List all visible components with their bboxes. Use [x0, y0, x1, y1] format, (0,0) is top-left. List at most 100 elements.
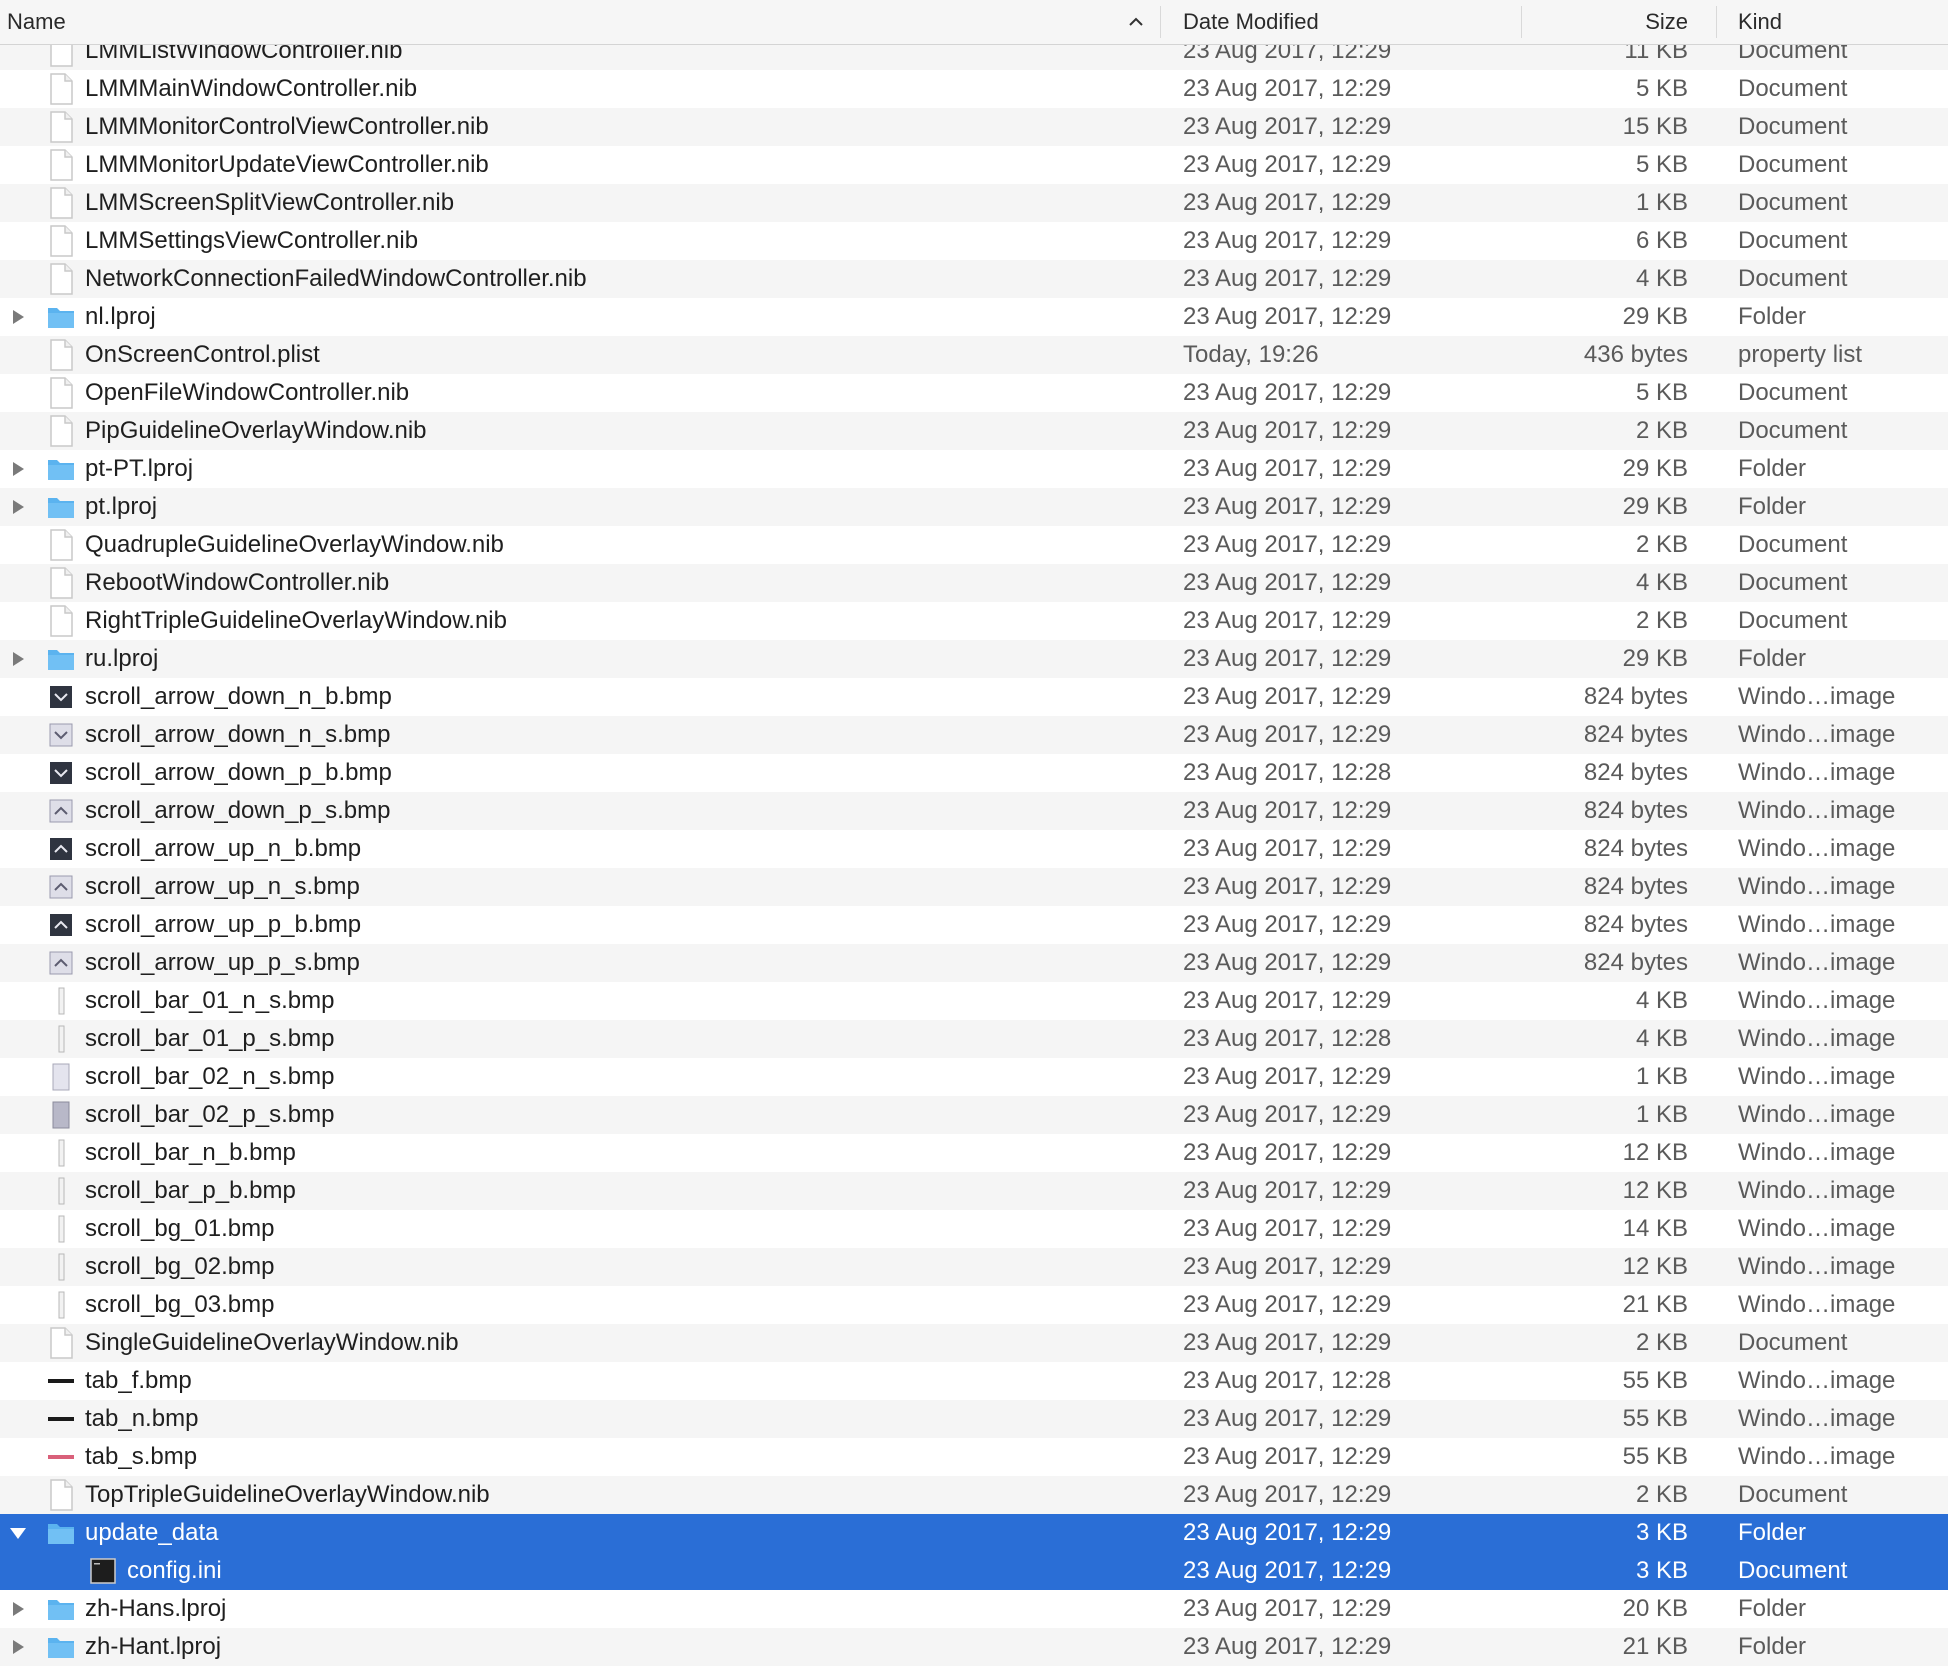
- file-kind: Document: [1738, 1557, 1848, 1584]
- file-row[interactable]: scroll_arrow_up_p_s.bmp 23 Aug 2017, 12:2…: [0, 944, 1948, 982]
- file-size: 4 KB: [1635, 1025, 1688, 1052]
- column-header-name[interactable]: Name: [7, 0, 66, 44]
- file-row[interactable]: scroll_bar_p_b.bmp 23 Aug 2017, 12:29 12 K…: [0, 1172, 1948, 1210]
- file-name: TopTripleGuidelineOverlayWindow.nib: [85, 1481, 490, 1508]
- column-header-size[interactable]: Size: [1480, 0, 1688, 44]
- file-kind: Document: [1738, 113, 1848, 140]
- file-row[interactable]: QuadrupleGuidelineOverlayWindow.nib 23 Au…: [0, 526, 1948, 564]
- folder-row[interactable]: nl.lproj 23 Aug 2017, 12:29 29 KB Folder: [0, 298, 1948, 336]
- file-size: 1 KB: [1635, 189, 1688, 216]
- column-divider[interactable]: [1716, 6, 1717, 38]
- file-row[interactable]: config.ini 23 Aug 2017, 12:29 3 KB Document: [0, 1552, 1948, 1590]
- file-row[interactable]: scroll_bar_01_n_s.bmp 23 Aug 2017, 12:29 4…: [0, 982, 1948, 1020]
- file-name: scroll_bar_n_b.bmp: [85, 1139, 296, 1166]
- file-row[interactable]: scroll_bg_03.bmp 23 Aug 2017, 12:29 21 KB W…: [0, 1286, 1948, 1324]
- folder-row[interactable]: zh-Hant.lproj 23 Aug 2017, 12:29 21 KB Fold…: [0, 1628, 1948, 1666]
- date-modified: 23 Aug 2017, 12:29: [1183, 797, 1392, 824]
- disclosure-collapsed-icon[interactable]: [8, 1637, 28, 1657]
- thin-bar-icon: [46, 1213, 76, 1245]
- file-kind: Windo…image: [1738, 1291, 1896, 1318]
- file-row[interactable]: scroll_arrow_up_n_b.bmp 23 Aug 2017, 12:2…: [0, 830, 1948, 868]
- file-row[interactable]: OpenFileWindowController.nib 23 Aug 2017,…: [0, 374, 1948, 412]
- file-row[interactable]: scroll_arrow_down_p_b.bmp 23 Aug 2017, 12…: [0, 754, 1948, 792]
- date-modified: 23 Aug 2017, 12:29: [1183, 189, 1392, 216]
- column-divider[interactable]: [1160, 6, 1161, 38]
- file-row[interactable]: scroll_bar_02_p_s.bmp 23 Aug 2017, 12:29 1…: [0, 1096, 1948, 1134]
- wide-bar-dark-icon: [46, 1099, 76, 1131]
- file-row[interactable]: scroll_bg_02.bmp 23 Aug 2017, 12:29 12 KB W…: [0, 1248, 1948, 1286]
- file-row[interactable]: scroll_arrow_down_n_s.bmp 23 Aug 2017, 12…: [0, 716, 1948, 754]
- file-row[interactable]: tab_n.bmp 23 Aug 2017, 12:29 55 KB Windo…im…: [0, 1400, 1948, 1438]
- file-row[interactable]: RightTripleGuidelineOverlayWindow.nib 23 …: [0, 602, 1948, 640]
- file-row[interactable]: TopTripleGuidelineOverlayWindow.nib 23 Au…: [0, 1476, 1948, 1514]
- folder-row[interactable]: zh-Hans.lproj 23 Aug 2017, 12:29 20 KB Fold…: [0, 1590, 1948, 1628]
- folder-row[interactable]: pt-PT.lproj 23 Aug 2017, 12:29 29 KB Folder: [0, 450, 1948, 488]
- file-size: 29 KB: [1622, 303, 1688, 330]
- file-row[interactable]: tab_s.bmp 23 Aug 2017, 12:29 55 KB Windo…im…: [0, 1438, 1948, 1476]
- date-modified: 23 Aug 2017, 12:29: [1183, 151, 1392, 178]
- column-header-kind[interactable]: Kind: [1738, 0, 1782, 44]
- file-row[interactable]: PipGuidelineOverlayWindow.nib 23 Aug 2017…: [0, 412, 1948, 450]
- file-row[interactable]: LMMMonitorControlViewController.nib 23 Au…: [0, 108, 1948, 146]
- date-modified: 23 Aug 2017, 12:29: [1183, 1633, 1392, 1660]
- date-modified: 23 Aug 2017, 12:29: [1183, 1443, 1392, 1470]
- file-name: pt.lproj: [85, 493, 158, 520]
- file-row[interactable]: RebootWindowController.nib 23 Aug 2017, 1…: [0, 564, 1948, 602]
- chevron-up-icon[interactable]: [1126, 12, 1146, 32]
- date-modified: 23 Aug 2017, 12:28: [1183, 1025, 1392, 1052]
- file-row[interactable]: OnScreenControl.plist Today, 19:26 436 byt…: [0, 336, 1948, 374]
- file-kind: Windo…image: [1738, 1405, 1896, 1432]
- file-row[interactable]: scroll_arrow_up_p_b.bmp 23 Aug 2017, 12:2…: [0, 906, 1948, 944]
- file-name: LMMMainWindowController.nib: [85, 75, 418, 102]
- file-row[interactable]: tab_f.bmp 23 Aug 2017, 12:28 55 KB Windo…im…: [0, 1362, 1948, 1400]
- arrow-up-light-icon: [46, 795, 76, 827]
- column-header-date[interactable]: Date Modified: [1183, 0, 1319, 44]
- folder-row[interactable]: pt.lproj 23 Aug 2017, 12:29 29 KB Folder: [0, 488, 1948, 526]
- folder-row[interactable]: ru.lproj 23 Aug 2017, 12:29 29 KB Folder: [0, 640, 1948, 678]
- file-row[interactable]: scroll_arrow_down_n_b.bmp 23 Aug 2017, 12…: [0, 678, 1948, 716]
- date-modified: 23 Aug 2017, 12:29: [1183, 1253, 1392, 1280]
- file-name: LMMSettingsViewController.nib: [85, 227, 419, 254]
- wide-bar-light-icon: [46, 1061, 76, 1093]
- arrow-down-dark-icon: [46, 757, 76, 789]
- date-modified: 23 Aug 2017, 12:29: [1183, 873, 1392, 900]
- document-icon: [46, 529, 76, 561]
- file-size: 14 KB: [1622, 1215, 1688, 1242]
- file-row[interactable]: SingleGuidelineOverlayWindow.nib 23 Aug 2…: [0, 1324, 1948, 1362]
- folder-row[interactable]: update_data 23 Aug 2017, 12:29 3 KB Folder: [0, 1514, 1948, 1552]
- file-row[interactable]: scroll_bar_01_p_s.bmp 23 Aug 2017, 12:28 4…: [0, 1020, 1948, 1058]
- date-modified: 23 Aug 2017, 12:29: [1183, 227, 1392, 254]
- file-kind: Folder: [1738, 1633, 1807, 1660]
- date-modified: 23 Aug 2017, 12:29: [1183, 75, 1392, 102]
- file-kind: Windo…image: [1738, 797, 1896, 824]
- file-row[interactable]: scroll_bar_n_b.bmp 23 Aug 2017, 12:29 12 K…: [0, 1134, 1948, 1172]
- file-row[interactable]: LMMMonitorUpdateViewController.nib 23 Aug…: [0, 146, 1948, 184]
- finder-list-view: LMMListWindowController.nib 23 Aug 2017, …: [0, 0, 1948, 1669]
- file-kind: Folder: [1738, 1519, 1807, 1546]
- date-modified: 23 Aug 2017, 12:29: [1183, 1557, 1392, 1584]
- file-name: zh-Hans.lproj: [85, 1595, 227, 1622]
- file-row[interactable]: LMMScreenSplitViewController.nib 23 Aug 2…: [0, 184, 1948, 222]
- file-row[interactable]: NetworkConnectionFailedWindowController.…: [0, 260, 1948, 298]
- disclosure-expanded-icon[interactable]: [8, 1523, 28, 1543]
- disclosure-collapsed-icon[interactable]: [8, 497, 28, 517]
- file-name: scroll_bg_01.bmp: [85, 1215, 275, 1242]
- file-row[interactable]: LMMSettingsViewController.nib 23 Aug 2017…: [0, 222, 1948, 260]
- disclosure-collapsed-icon[interactable]: [8, 307, 28, 327]
- file-name: tab_n.bmp: [85, 1405, 199, 1432]
- file-row[interactable]: scroll_bar_02_n_s.bmp 23 Aug 2017, 12:29 1…: [0, 1058, 1948, 1096]
- disclosure-collapsed-icon[interactable]: [8, 649, 28, 669]
- file-kind: Folder: [1738, 1595, 1807, 1622]
- file-row[interactable]: scroll_arrow_up_n_s.bmp 23 Aug 2017, 12:2…: [0, 868, 1948, 906]
- file-name: SingleGuidelineOverlayWindow.nib: [85, 1329, 459, 1356]
- disclosure-collapsed-icon[interactable]: [8, 459, 28, 479]
- file-kind: Windo…image: [1738, 987, 1896, 1014]
- file-row[interactable]: scroll_bg_01.bmp 23 Aug 2017, 12:29 14 KB W…: [0, 1210, 1948, 1248]
- file-row[interactable]: scroll_arrow_down_p_s.bmp 23 Aug 2017, 12…: [0, 792, 1948, 830]
- file-size: 5 KB: [1635, 151, 1688, 178]
- file-size: 824 bytes: [1583, 873, 1688, 900]
- file-name: scroll_bg_03.bmp: [85, 1291, 275, 1318]
- file-row[interactable]: LMMMainWindowController.nib 23 Aug 2017, …: [0, 70, 1948, 108]
- disclosure-collapsed-icon[interactable]: [8, 1599, 28, 1619]
- folder-icon: [46, 1517, 76, 1549]
